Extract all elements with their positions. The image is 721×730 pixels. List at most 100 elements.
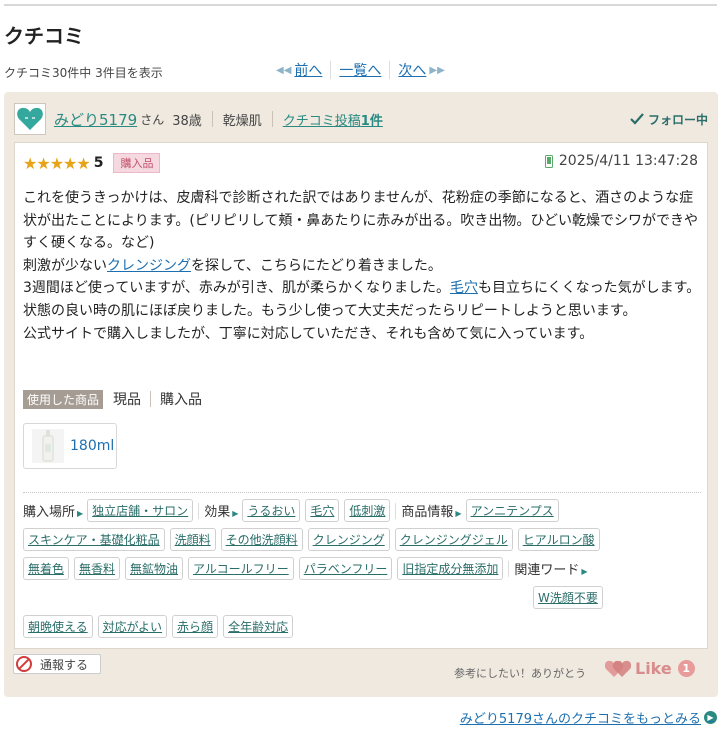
tag-line: スキンケア・基礎化粧品 洗顔料 その他洗顔料 クレンジング クレンジングジェル …: [23, 528, 605, 551]
tag-link[interactable]: クレンジング: [307, 528, 390, 551]
tag-line: 無着色 無香料 無鉱物油 アルコールフリー パラベンフリー 旧指定成分無添加 関…: [23, 557, 592, 580]
follow-button[interactable]: フォロー中: [630, 111, 708, 128]
tag-link[interactable]: スキンケア・基礎化粧品: [23, 528, 165, 551]
review-body: これを使うきっかけは、皮膚科で診断された訳ではありませんが、花粉症の季節になると…: [23, 187, 703, 345]
tag-link[interactable]: うるおい: [242, 499, 301, 522]
tags-divider: [23, 492, 701, 493]
review-paragraph: これを使うきっかけは、皮膚科で診断された訳ではありませんが、花粉症の季節になると…: [23, 190, 698, 252]
tag-link[interactable]: 毛穴: [305, 499, 340, 522]
tag-category-label: 商品情報: [401, 505, 454, 520]
tag-category-label: 購入場所: [23, 505, 76, 520]
tag-link[interactable]: 朝晩使える: [23, 615, 93, 638]
more-reviews-link[interactable]: みどり5179さんのクチコミをもっとみる ▶: [460, 708, 717, 727]
reviewer-name-link[interactable]: みどり5179: [54, 109, 137, 130]
heart-like-icon: [605, 660, 631, 677]
text-segment: を探して、こちらにたどり着きました。: [191, 257, 442, 274]
purchase-badge: 購入品: [113, 153, 161, 173]
tag-category-effect: 効果 ▶: [204, 501, 238, 520]
tag-link[interactable]: 旧指定成分無添加: [397, 557, 504, 580]
tag-link[interactable]: パラベンフリー: [298, 557, 393, 580]
pager: ◀◀ 前へ 一覧へ 次へ ▶▶: [276, 60, 445, 80]
tag-line: 朝晩使える 対応がよい 赤ら顔 全年齢対応: [23, 615, 298, 638]
tag-category-label: 効果: [204, 505, 231, 520]
tag-link[interactable]: アンニテンプス: [465, 499, 559, 522]
review-count-text: クチコミ30件中 3件目を表示: [4, 66, 163, 80]
pager-divider: [330, 61, 332, 79]
helpful-text: 参考にしたい！ありがとう: [454, 667, 586, 680]
product-size: 180ml: [70, 438, 115, 454]
tag-category-product-info: 商品情報 ▶: [401, 501, 461, 520]
pager-divider: [389, 61, 391, 79]
list-link[interactable]: 一覧へ: [339, 60, 381, 80]
tag-link[interactable]: ヒアルロン酸: [517, 528, 600, 551]
used-product-label: 使用した商品: [23, 389, 104, 409]
review-paragraph: 公式サイトで購入しましたが、丁寧に対応していただき、それも含めて気に入っています…: [23, 325, 594, 342]
caret-right-icon: ▶: [581, 567, 588, 576]
divider: [211, 111, 213, 127]
next-arrow-icon: ▶▶: [429, 64, 445, 76]
used-status: 現品: [113, 392, 142, 408]
tag-link[interactable]: 低刺激: [344, 499, 391, 522]
reviewer-age: 38歳: [172, 113, 202, 129]
report-label: 通報する: [40, 657, 89, 672]
post-date-text: 2025/4/11 13:47:28: [558, 153, 698, 169]
check-icon: [630, 113, 644, 125]
tag-link[interactable]: 無着色: [23, 557, 70, 580]
tag-category-purchase-place: 購入場所 ▶: [23, 501, 83, 520]
post-count-link[interactable]: クチコミ投稿1件: [283, 110, 383, 129]
post-date: 2025/4/11 13:47:28: [544, 153, 698, 169]
rating-score: 5: [93, 155, 104, 171]
tag-link[interactable]: 対応がよい: [97, 615, 168, 638]
post-count-prefix: クチコミ投稿: [282, 113, 361, 129]
tag-category-related: 関連ワード ▶: [514, 559, 587, 578]
tag-link[interactable]: 洗顔料: [169, 528, 216, 551]
divider: [150, 391, 152, 407]
tag-link[interactable]: その他洗顔料: [220, 528, 303, 551]
used-purchase: 購入品: [160, 392, 203, 408]
keyword-link-pores[interactable]: 毛穴: [450, 280, 478, 296]
caret-right-icon: ▶: [77, 509, 84, 518]
text-segment: 刺激が少ない: [23, 257, 107, 274]
report-button[interactable]: 通報する: [13, 654, 101, 674]
heart-avatar-icon: [17, 107, 43, 130]
tag-link[interactable]: 無香料: [74, 557, 121, 580]
product-card[interactable]: 180ml: [23, 423, 117, 469]
post-count-value: 1件: [360, 113, 383, 129]
tag-link[interactable]: W洗顔不要: [533, 586, 603, 609]
tag-link[interactable]: 全年齢対応: [223, 615, 294, 638]
more-reviews-label: みどり5179さんのクチコミをもっとみる: [459, 712, 701, 727]
prev-link[interactable]: 前へ: [294, 60, 322, 80]
divider: [508, 560, 510, 577]
keyword-link-cleansing[interactable]: クレンジング: [107, 258, 191, 274]
divider: [271, 111, 273, 127]
honorific: さん: [140, 112, 165, 127]
tag-link[interactable]: クレンジングジェル: [394, 528, 513, 551]
next-link[interactable]: 次へ: [398, 60, 426, 80]
text-segment: 3週間ほど使っていますが、赤みが引き、肌が柔らかくなりました。: [23, 280, 450, 297]
follow-label: フォロー中: [647, 112, 708, 127]
tag-link[interactable]: アルコールフリー: [188, 557, 294, 580]
review-content: ★★★★★ 5 購入品 2025/4/11 13:47:28 これを使うきっかけ…: [14, 142, 708, 649]
divider: [395, 502, 397, 519]
page-title: クチコミ: [4, 24, 84, 48]
tag-line: 購入場所 ▶ 独立店舗・サロン 効果 ▶ うるおい 毛穴 低刺激 商品情報 ▶ アンニ…: [23, 499, 564, 522]
review-paragraph: 3週間ほど使っていますが、赤みが引き、肌が柔らかくなりました。毛穴も目立ちにくく…: [23, 277, 703, 322]
prev-arrow-icon: ◀◀: [276, 64, 292, 76]
tag-link[interactable]: 独立店舗・サロン: [87, 499, 194, 522]
tag-link[interactable]: 無鉱物油: [125, 557, 184, 580]
rating-row: ★★★★★ 5 購入品: [23, 153, 161, 173]
prohibited-icon: [16, 656, 32, 672]
tag-link[interactable]: 赤ら顔: [172, 615, 219, 638]
like-button[interactable]: Like 1: [605, 659, 695, 678]
reviewer-info: みどり5179 さん 38歳 乾燥肌 クチコミ投稿1件 フォロー中: [14, 102, 708, 136]
review-card: みどり5179 さん 38歳 乾燥肌 クチコミ投稿1件 フォロー中 ★★★★★ …: [4, 92, 718, 697]
like-count: 1: [677, 660, 695, 677]
tag-line: W洗顔不要: [533, 586, 608, 609]
review-paragraph: 刺激が少ないクレンジングを探して、こちらにたどり着きました。: [23, 255, 703, 278]
caret-right-icon: ▶: [232, 509, 239, 518]
mobile-phone-icon: [544, 154, 553, 168]
star-rating-icon: ★★★★★: [23, 153, 91, 173]
divider: [198, 502, 200, 519]
avatar[interactable]: [14, 103, 46, 135]
skin-type: 乾燥肌: [222, 113, 262, 129]
